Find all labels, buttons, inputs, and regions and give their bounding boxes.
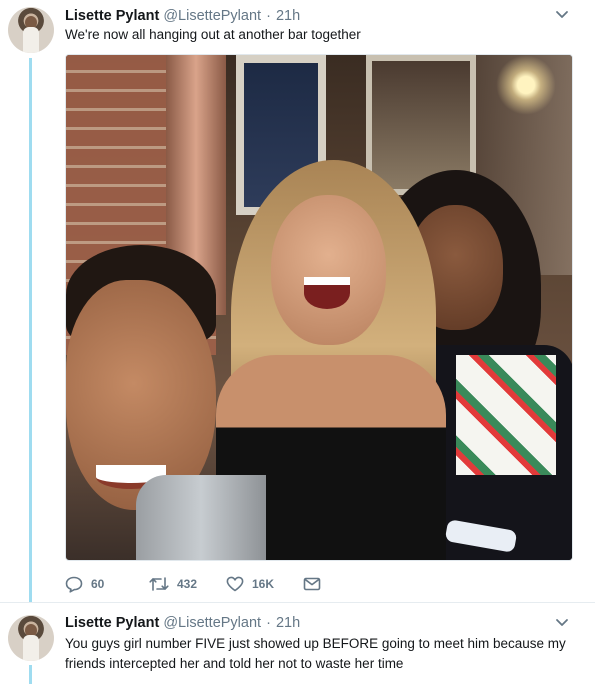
- like-button[interactable]: 16K: [226, 576, 303, 592]
- caret-down-icon[interactable]: [555, 617, 569, 629]
- thread-line: [29, 665, 32, 684]
- tweet-text: We're now all hanging out at another bar…: [65, 27, 361, 42]
- tweet-photo[interactable]: [65, 54, 573, 561]
- user-handle[interactable]: @LisettePylant: [163, 8, 261, 24]
- reply-icon: [65, 576, 83, 593]
- reply-count: 60: [91, 577, 105, 591]
- reply-button[interactable]: 60: [65, 576, 149, 593]
- tweet-header: Lisette Pylant @LisettePylant · 21h: [65, 7, 300, 25]
- avatar-figure: [23, 635, 39, 661]
- tweet[interactable]: Lisette Pylant @LisettePylant · 21h You …: [0, 602, 595, 684]
- photo-person: [456, 355, 556, 475]
- like-count: 16K: [252, 577, 275, 591]
- separator-dot: ·: [266, 615, 271, 631]
- direct-message-icon: [303, 577, 321, 591]
- retweet-icon: [149, 577, 169, 591]
- tweet-text: You guys girl number FIVE just showed up…: [65, 636, 566, 671]
- photo-lamp: [496, 55, 556, 115]
- display-name[interactable]: Lisette Pylant: [65, 615, 159, 631]
- user-handle[interactable]: @LisettePylant: [163, 615, 261, 631]
- caret-down-icon[interactable]: [555, 9, 569, 21]
- separator-dot: ·: [266, 8, 271, 24]
- tweet[interactable]: Lisette Pylant @LisettePylant · 21h We'r…: [0, 0, 595, 602]
- timestamp[interactable]: 21h: [276, 615, 300, 631]
- avatar[interactable]: [8, 615, 54, 661]
- timestamp[interactable]: 21h: [276, 8, 300, 24]
- avatar-figure: [23, 27, 39, 53]
- retweet-button[interactable]: 432: [149, 576, 226, 592]
- direct-message-button[interactable]: [303, 577, 321, 591]
- photo-person: [271, 195, 386, 345]
- tweet-header: Lisette Pylant @LisettePylant · 21h: [65, 614, 300, 632]
- photo-person: [304, 277, 350, 309]
- photo-person: [136, 475, 266, 560]
- retweet-count: 432: [177, 577, 198, 591]
- thread-line: [29, 58, 32, 602]
- display-name[interactable]: Lisette Pylant: [65, 8, 159, 24]
- tweet-actions: 60 432 16K: [65, 575, 321, 593]
- avatar[interactable]: [8, 7, 54, 53]
- like-icon: [226, 576, 244, 592]
